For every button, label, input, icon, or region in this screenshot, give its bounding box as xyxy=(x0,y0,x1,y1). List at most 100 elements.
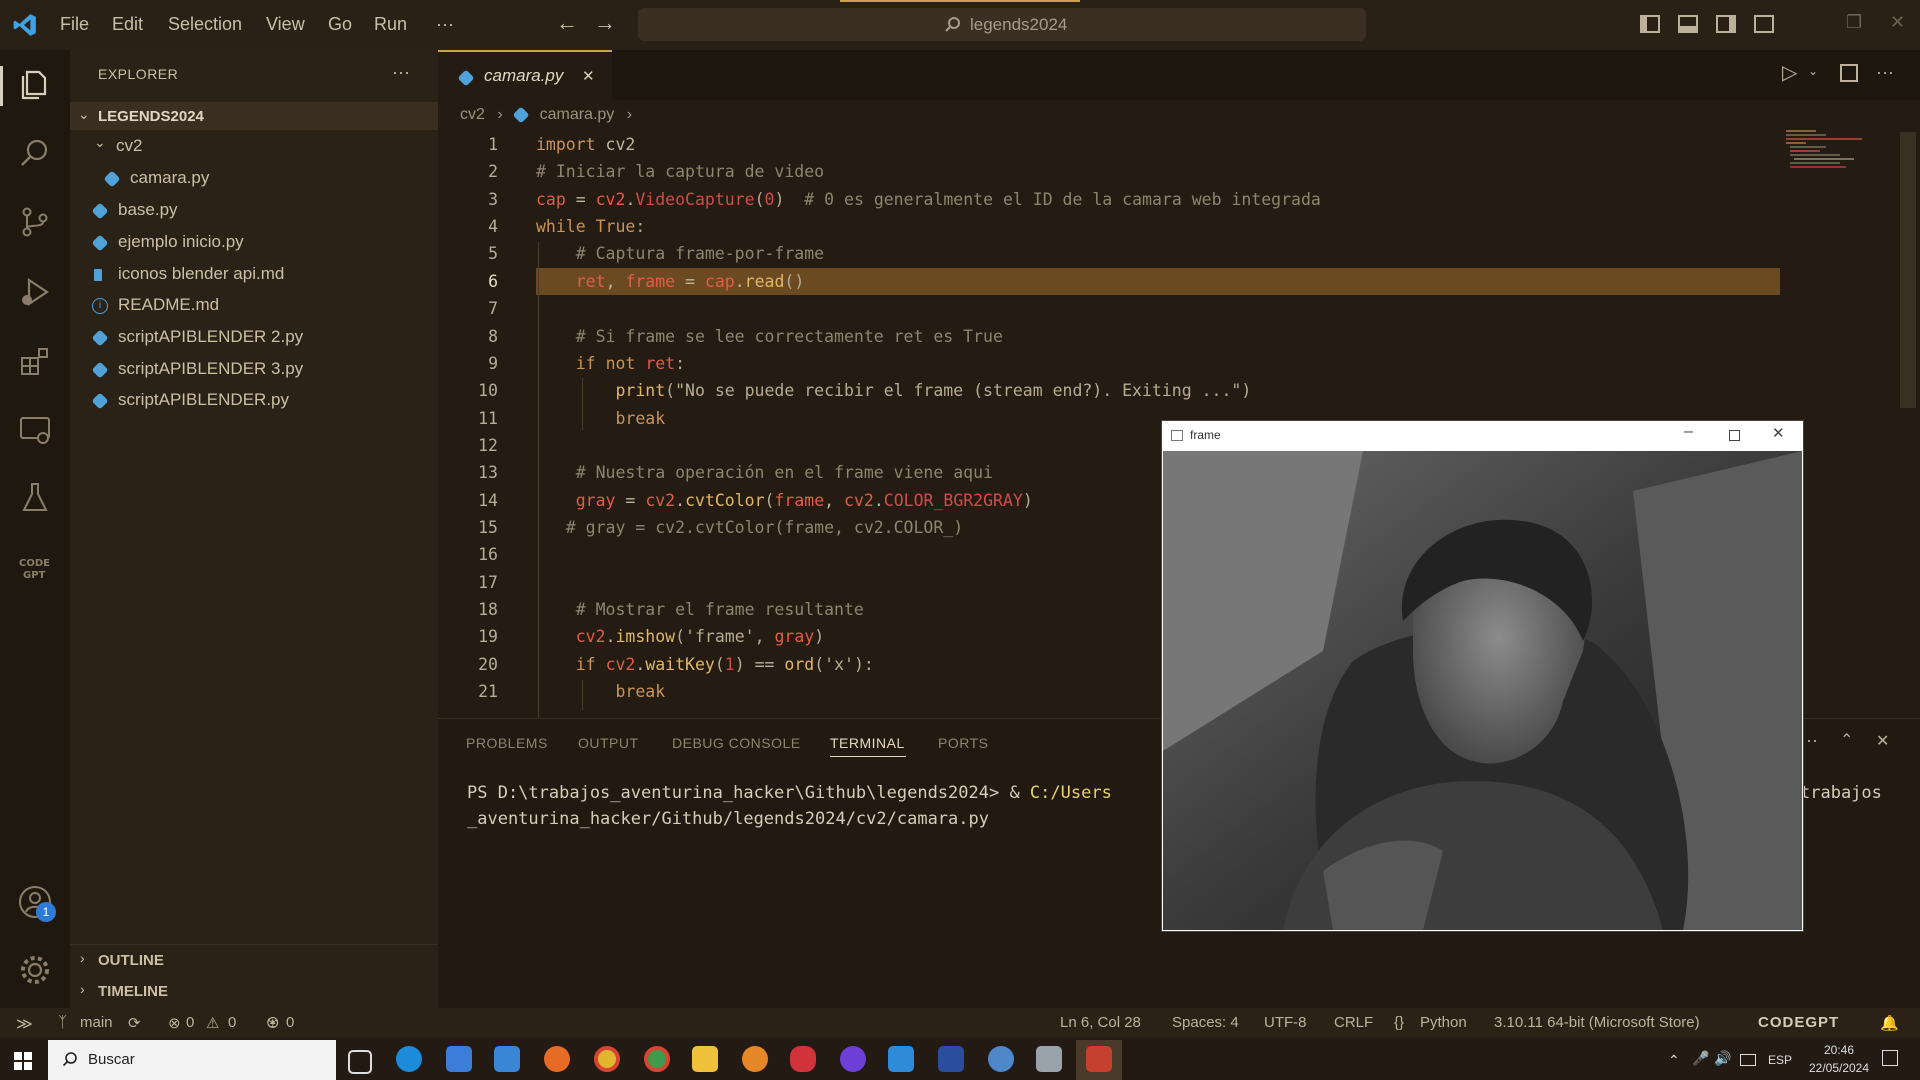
panel-tab-debug-console[interactable]: DEBUG CONSOLE xyxy=(672,735,801,751)
codegpt-status[interactable]: CODEGPT xyxy=(1758,1014,1839,1031)
editor-scrollbar[interactable] xyxy=(1900,132,1916,408)
blender-icon[interactable] xyxy=(742,1046,768,1072)
python-interpreter[interactable]: 3.10.11 64-bit (Microsoft Store) xyxy=(1494,1014,1700,1031)
menu-selection[interactable]: Selection xyxy=(168,14,242,35)
store-icon[interactable] xyxy=(494,1046,520,1072)
clock-date[interactable]: 22/05/2024 xyxy=(1808,1061,1870,1075)
file-item[interactable]: base.py xyxy=(91,200,178,220)
chrome-profile-icon[interactable] xyxy=(644,1046,670,1072)
clock-time[interactable]: 20:46 xyxy=(1808,1043,1870,1057)
file-item[interactable]: scriptAPIBLENDER.py xyxy=(91,390,289,410)
tab-camara-py[interactable]: camara.py ✕ xyxy=(438,50,612,100)
line-endings[interactable]: CRLF xyxy=(1334,1014,1373,1031)
toggle-primary-sidebar-icon[interactable] xyxy=(1640,15,1660,33)
breadcrumb-folder[interactable]: cv2 xyxy=(460,106,485,123)
settings-gear-icon[interactable] xyxy=(17,952,53,988)
menu-more[interactable]: ··· xyxy=(436,14,454,35)
windows-start-icon[interactable] xyxy=(14,1052,32,1070)
app-icon[interactable] xyxy=(1036,1046,1062,1072)
volume-icon[interactable]: 🔊 xyxy=(1714,1050,1731,1067)
code-line[interactable]: # Captura frame-por-frame xyxy=(536,244,824,263)
menu-edit[interactable]: Edit xyxy=(112,14,143,35)
command-center[interactable]: legends2024 xyxy=(638,8,1366,41)
cursor-position[interactable]: Ln 6, Col 28 xyxy=(1060,1014,1141,1031)
task-view-icon[interactable] xyxy=(348,1050,372,1074)
chevron-down-icon[interactable]: ⌄ xyxy=(1808,64,1818,78)
remote-indicator-icon[interactable]: ≫ xyxy=(16,1014,33,1034)
error-count[interactable]: 0 xyxy=(186,1014,194,1031)
code-line[interactable]: print("No se puede recibir el frame (str… xyxy=(536,381,1251,400)
search-icon[interactable] xyxy=(17,136,53,172)
github-desktop-icon[interactable] xyxy=(840,1046,866,1072)
menu-view[interactable]: View xyxy=(266,14,305,35)
opencv-frame-taskbar-icon[interactable] xyxy=(1086,1046,1112,1072)
file-item[interactable]: scriptAPIBLENDER 2.py xyxy=(91,327,303,347)
warning-count[interactable]: 0 xyxy=(228,1014,236,1031)
sync-icon[interactable]: ⟳ xyxy=(128,1014,141,1032)
file-item[interactable]: scriptAPIBLENDER 3.py xyxy=(91,359,303,379)
editor-more-icon[interactable]: ··· xyxy=(1876,62,1894,83)
run-debug-icon[interactable] xyxy=(17,274,53,310)
panel-tab-output[interactable]: OUTPUT xyxy=(578,735,639,751)
codegpt-icon[interactable]: CODE GPT xyxy=(17,550,53,586)
file-item[interactable]: i README.md xyxy=(92,295,219,315)
code-line[interactable]: # Iniciar la captura de video xyxy=(536,162,824,181)
restore-window-icon[interactable]: ❐ xyxy=(1846,12,1862,33)
code-line[interactable]: break xyxy=(536,409,665,428)
git-branch[interactable]: main xyxy=(80,1014,113,1031)
close-window-icon[interactable]: ✕ xyxy=(1772,424,1785,442)
python-taskbar-icon[interactable] xyxy=(988,1046,1014,1072)
run-file-icon[interactable]: ▷ xyxy=(1782,60,1797,85)
network-icon[interactable] xyxy=(1740,1054,1756,1066)
panel-tab-problems[interactable]: PROBLEMS xyxy=(466,735,548,751)
panel-tab-ports[interactable]: PORTS xyxy=(938,735,988,751)
file-item[interactable]: ejemplo inicio.py xyxy=(91,232,244,252)
code-line[interactable]: if cv2.waitKey(1) == ord('x'): xyxy=(536,655,874,674)
menu-file[interactable]: File xyxy=(60,14,89,35)
file-item[interactable]: camara.py xyxy=(103,168,209,188)
tab-close-icon[interactable]: ✕ xyxy=(582,67,595,85)
taskbar-search[interactable]: Buscar xyxy=(48,1040,336,1080)
code-line[interactable]: # Mostrar el frame resultante xyxy=(536,600,864,619)
explorer-icon[interactable] xyxy=(17,66,53,102)
toggle-panel-icon[interactable] xyxy=(1678,15,1698,33)
chevron-up-icon[interactable]: ⌃ xyxy=(1668,1052,1680,1069)
explorer-more-button[interactable]: ··· xyxy=(392,62,410,83)
panel-tab-terminal[interactable]: TERMINAL xyxy=(830,735,905,751)
code-line[interactable]: # Si frame se lee correctamente ret es T… xyxy=(536,327,1003,346)
terminal-line-1[interactable]: PS D:\trabajos_aventurina_hacker\Github\… xyxy=(467,783,1112,803)
code-line[interactable]: while True: xyxy=(536,217,645,236)
code-line[interactable]: ret, frame = cap.read() xyxy=(536,272,805,291)
forward-arrow-icon[interactable]: → xyxy=(594,10,616,36)
code-line[interactable]: # Nuestra operación en el frame viene aq… xyxy=(536,463,993,482)
microphone-icon[interactable]: 🎤 xyxy=(1692,1050,1709,1067)
app-icon[interactable] xyxy=(790,1046,816,1072)
maximize-panel-icon[interactable]: ⌃ xyxy=(1840,730,1853,750)
outline-section[interactable]: OUTLINE xyxy=(98,952,164,969)
customize-layout-icon[interactable] xyxy=(1754,15,1774,33)
edge-icon[interactable] xyxy=(396,1046,422,1072)
code-line[interactable]: # gray = cv2.cvtColor(frame, cv2.COLOR_) xyxy=(536,518,963,537)
app-icon[interactable] xyxy=(446,1046,472,1072)
menu-go[interactable]: Go xyxy=(328,14,352,35)
input-language[interactable]: ESP xyxy=(1768,1053,1792,1067)
split-editor-icon[interactable] xyxy=(1840,64,1858,82)
file-explorer-icon[interactable] xyxy=(692,1046,718,1072)
vscode-taskbar-icon[interactable] xyxy=(888,1046,914,1072)
toggle-secondary-sidebar-icon[interactable] xyxy=(1716,15,1736,33)
minimap[interactable] xyxy=(1786,128,1866,184)
remote-explorer-icon[interactable] xyxy=(17,412,53,448)
chrome-icon[interactable] xyxy=(594,1046,620,1072)
language-mode[interactable]: Python xyxy=(1420,1014,1467,1031)
back-arrow-icon[interactable]: ← xyxy=(556,10,578,36)
folder-cv2[interactable]: cv2 xyxy=(116,136,142,156)
code-line[interactable]: if not ret: xyxy=(536,354,685,373)
timeline-section[interactable]: TIMELINE xyxy=(98,983,168,1000)
ports-count[interactable]: 0 xyxy=(286,1014,294,1031)
source-control-icon[interactable] xyxy=(17,204,53,240)
close-window-icon[interactable]: ✕ xyxy=(1890,12,1905,33)
maximize-window-icon[interactable] xyxy=(1729,430,1740,441)
code-line[interactable]: gray = cv2.cvtColor(frame, cv2.COLOR_BGR… xyxy=(536,491,1033,510)
notification-center-icon[interactable] xyxy=(1882,1050,1898,1066)
code-line[interactable]: cap = cv2.VideoCapture(0) # 0 es general… xyxy=(536,190,1321,209)
